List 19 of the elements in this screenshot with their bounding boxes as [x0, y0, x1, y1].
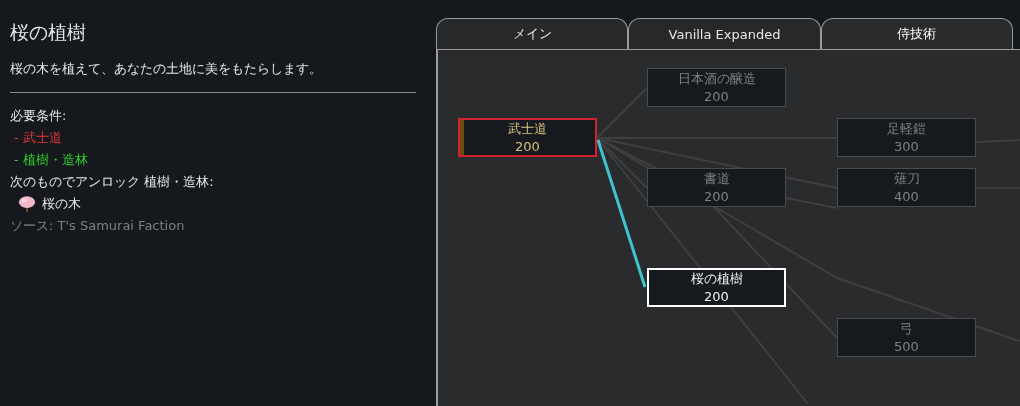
research-title: 桜の植樹 [10, 20, 87, 45]
prerequisites-label: 必要条件: [10, 107, 68, 125]
research-node[interactable]: 日本酒の醸造 200 [647, 68, 786, 107]
unlocks-label: 次のものでアンロック 植樹・造林: [10, 173, 215, 191]
tab[interactable]: Vanilla Expanded [628, 18, 821, 49]
blossom-tree-icon [18, 195, 36, 213]
tab[interactable]: 侍技術 [820, 18, 1013, 49]
research-node[interactable]: 足軽鎧 300 [837, 118, 976, 157]
tab[interactable]: メイン [436, 18, 629, 49]
prerequisite: - 武士道 [13, 129, 63, 147]
prerequisite: - 植樹・造林 [13, 151, 89, 169]
source-text: ソース: T's Samurai Faction [10, 217, 186, 235]
research-node[interactable]: 薙刀 400 [837, 168, 976, 207]
research-node[interactable]: 弓 500 [837, 318, 976, 357]
research-description: 桜の木を植えて、あなたの土地に美をもたらします。 [10, 60, 323, 78]
research-node[interactable]: 桜の植樹 200 [647, 268, 786, 307]
research-node[interactable]: 書道 200 [647, 168, 786, 207]
research-node[interactable]: 武士道 200 [458, 118, 597, 157]
unlock-item: 桜の木 [42, 195, 81, 213]
